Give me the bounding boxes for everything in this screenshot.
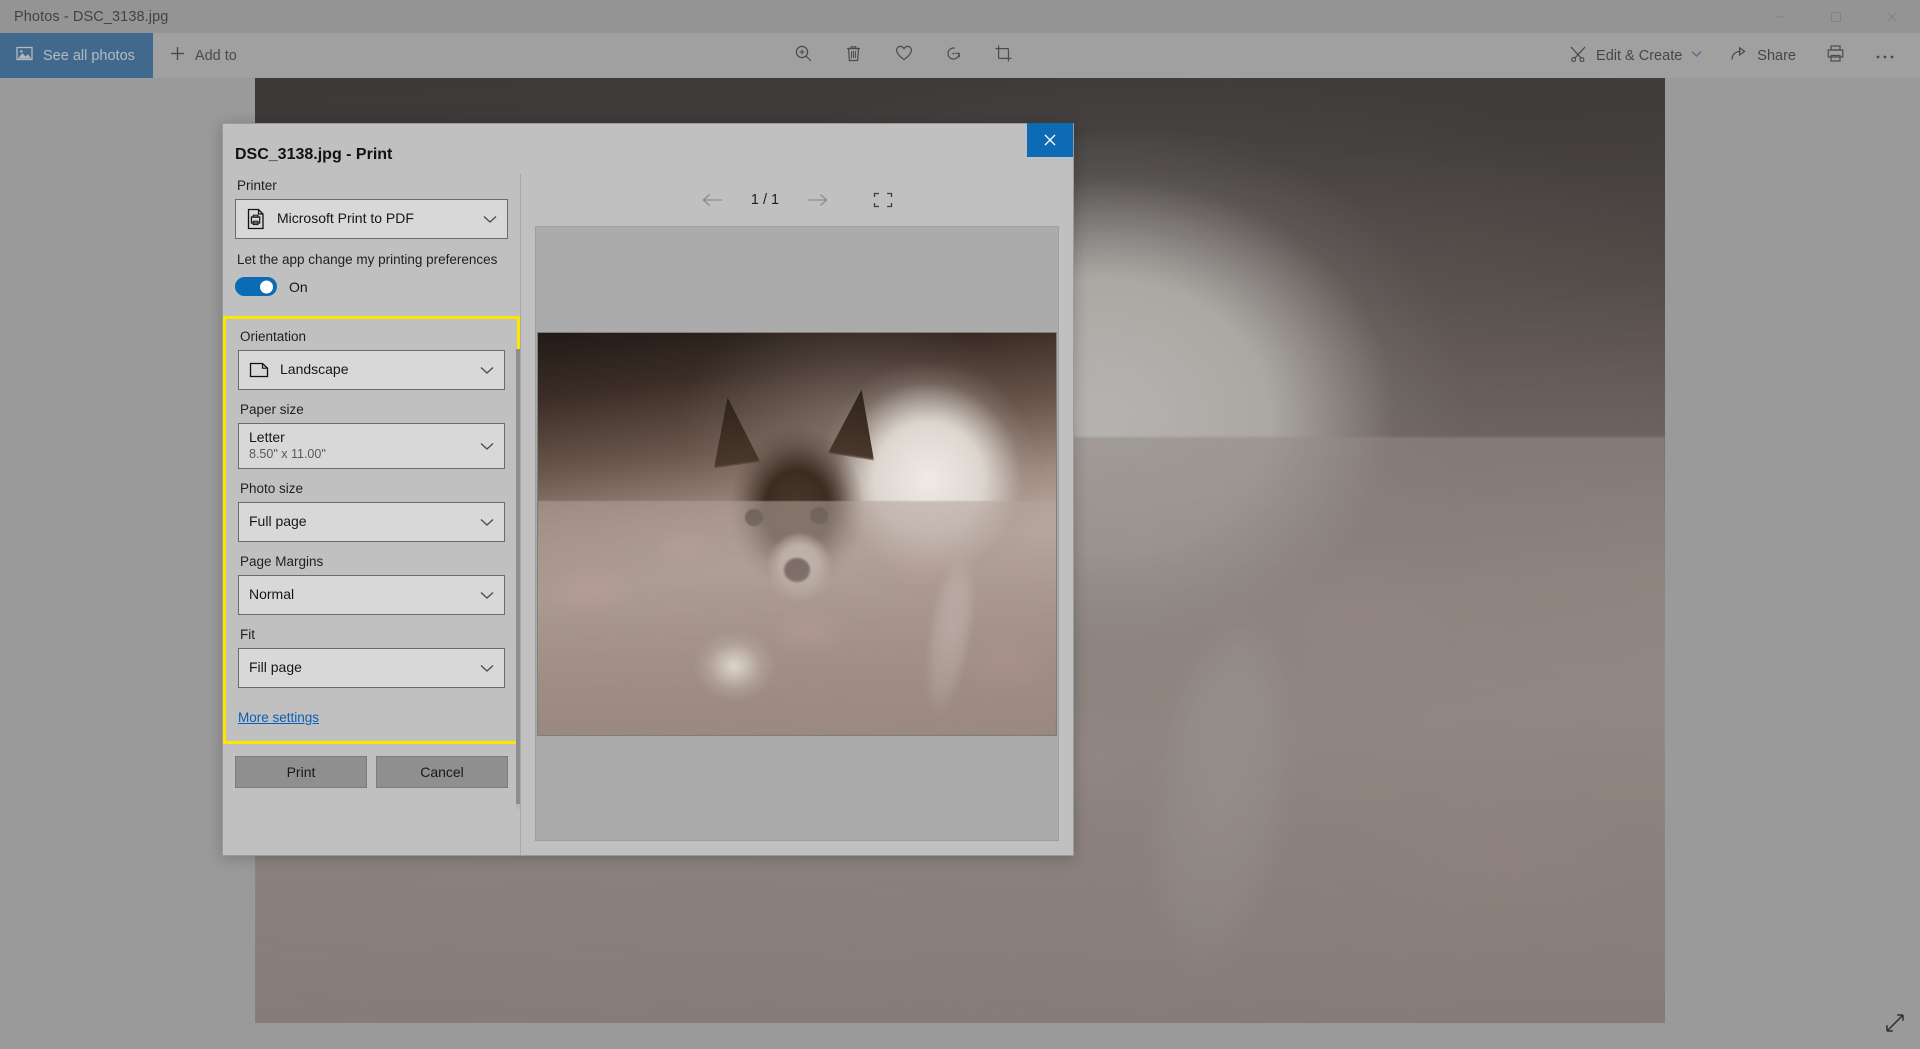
share-label: Share [1757, 47, 1796, 64]
paper-size-dimensions: 8.50" x 11.00" [249, 446, 326, 461]
chevron-down-icon [480, 664, 494, 673]
paper-size-select[interactable]: Letter 8.50" x 11.00" [238, 423, 505, 469]
printer-label: Printer [237, 178, 277, 193]
page-margins-label: Page Margins [240, 554, 324, 569]
toggle-state-label: On [289, 278, 308, 295]
edit-create-label: Edit & Create [1596, 47, 1683, 64]
page-counter: 1 / 1 [750, 192, 780, 208]
paper-size-field: Paper size Letter 8.50" x 11.00" [238, 402, 505, 469]
edit-and-create-button[interactable]: Edit & Create [1555, 33, 1716, 78]
window-controls [1752, 0, 1920, 33]
paper-size-value-group: Letter 8.50" x 11.00" [249, 429, 326, 462]
dialog-close-button[interactable] [1027, 123, 1073, 157]
more-settings-link[interactable]: More settings [238, 710, 319, 725]
close-button[interactable] [1864, 0, 1920, 33]
rotate-icon [944, 44, 963, 68]
resize-handle[interactable] [1884, 1012, 1906, 1039]
edit-create-icon [1569, 45, 1587, 67]
dialog-title: DSC_3138.jpg - Print [235, 146, 393, 163]
orientation-value: Landscape [280, 361, 349, 378]
previous-page-button[interactable] [701, 192, 725, 208]
more-options-button[interactable] [1860, 33, 1910, 78]
command-bar-right-group: Edit & Create Share [1555, 33, 1920, 78]
orientation-field: Orientation Landscape [238, 329, 505, 390]
print-button[interactable] [1810, 33, 1860, 78]
delete-icon [844, 44, 863, 68]
highlighted-settings-section: Orientation Landscape Paper size Letter … [223, 316, 520, 744]
preview-photo-canvas [538, 332, 1056, 735]
favorite-heart-icon [894, 43, 914, 68]
settings-scrollbar-thumb[interactable] [516, 349, 520, 804]
dialog-body: Printer Microsoft Print to PDF Let the a… [223, 174, 1073, 855]
share-button[interactable]: Share [1716, 33, 1810, 78]
chevron-down-icon [483, 215, 497, 224]
cancel-button[interactable]: Cancel [376, 756, 508, 788]
toggle-knob [260, 280, 273, 293]
crop-button[interactable] [979, 33, 1029, 78]
preview-blanket [538, 501, 1056, 735]
app-preferences-toggle[interactable] [235, 277, 277, 296]
preview-pager: 1 / 1 [535, 174, 1059, 226]
chevron-down-icon [480, 442, 494, 451]
chevron-down-icon [480, 366, 494, 375]
zoom-in-icon [794, 44, 813, 68]
paper-size-label: Paper size [240, 402, 304, 417]
print-confirm-button[interactable]: Print [235, 756, 367, 788]
fullscreen-preview-button[interactable] [873, 192, 893, 208]
preview-photo-image [537, 331, 1057, 736]
print-preview-page [535, 226, 1059, 841]
preview-column: 1 / 1 [520, 174, 1073, 855]
page-margins-value: Normal [249, 586, 295, 603]
app-preferences-label: Let the app change my printing preferenc… [237, 252, 498, 267]
add-to-button[interactable]: Add to [153, 33, 253, 78]
chevron-down-icon [480, 518, 494, 527]
print-icon [1826, 44, 1845, 68]
paper-size-value: Letter [249, 429, 285, 446]
preview-dog-paw [693, 629, 777, 703]
command-bar-center-group [779, 33, 1029, 78]
photos-app-window: Photos - DSC_3138.jpg See all photos Add… [0, 0, 1920, 1049]
minimize-button[interactable] [1752, 0, 1808, 33]
page-landscape-icon [249, 362, 269, 378]
fit-value: Fill page [249, 659, 302, 676]
maximize-button[interactable] [1808, 0, 1864, 33]
more-ellipsis-icon [1875, 47, 1895, 65]
photo-size-field: Photo size Full page [238, 481, 505, 542]
fit-select[interactable]: Fill page [238, 648, 505, 688]
printer-value: Microsoft Print to PDF [277, 210, 414, 227]
dialog-actions: Print Cancel [223, 744, 520, 804]
next-page-button[interactable] [805, 192, 829, 208]
zoom-in-button[interactable] [779, 33, 829, 78]
page-margins-select[interactable]: Normal [238, 575, 505, 615]
printer-pdf-icon [246, 208, 266, 230]
photo-size-label: Photo size [240, 481, 304, 496]
see-all-photos-button[interactable]: See all photos [0, 33, 153, 78]
rotate-button[interactable] [929, 33, 979, 78]
command-bar: See all photos Add to Edit & Create Shar… [0, 33, 1920, 78]
fit-field: Fit Fill page [238, 627, 505, 688]
orientation-select[interactable]: Landscape [238, 350, 505, 390]
app-preferences-toggle-row: On [235, 277, 508, 296]
orientation-label: Orientation [240, 329, 307, 344]
delete-button[interactable] [829, 33, 879, 78]
printer-section: Printer Microsoft Print to PDF Let the a… [223, 174, 520, 302]
printer-select[interactable]: Microsoft Print to PDF [235, 199, 508, 239]
photo-size-select[interactable]: Full page [238, 502, 505, 542]
chevron-down-icon [480, 591, 494, 600]
window-title: Photos - DSC_3138.jpg [14, 8, 169, 25]
fit-label: Fit [240, 627, 255, 642]
photo-size-value: Full page [249, 513, 307, 530]
share-icon [1730, 45, 1748, 67]
chevron-down-icon [1691, 50, 1702, 61]
crop-icon [994, 44, 1013, 68]
page-margins-field: Page Margins Normal [238, 554, 505, 615]
add-to-label: Add to [194, 47, 237, 64]
plus-icon [169, 45, 186, 66]
photos-library-icon [16, 45, 33, 66]
favorite-button[interactable] [879, 33, 929, 78]
settings-column: Printer Microsoft Print to PDF Let the a… [223, 174, 520, 855]
see-all-photos-label: See all photos [43, 47, 135, 64]
title-bar: Photos - DSC_3138.jpg [0, 0, 1920, 33]
print-dialog: DSC_3138.jpg - Print Printer Microsoft P… [222, 123, 1074, 856]
